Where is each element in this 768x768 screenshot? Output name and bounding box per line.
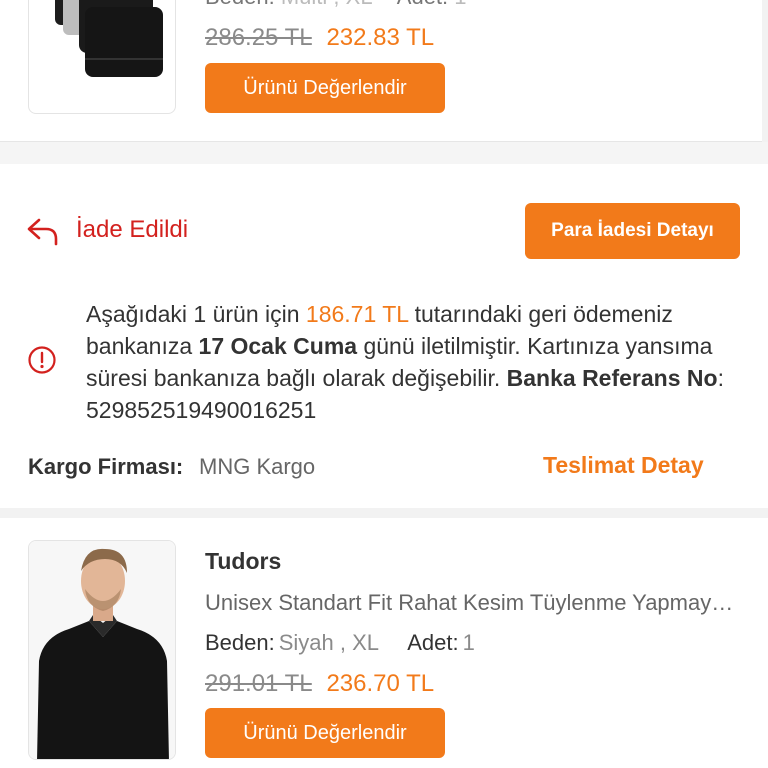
- product-name[interactable]: Unisex Standart Fit Rahat Kesim Tüylenme…: [205, 590, 745, 616]
- bottom-product-image[interactable]: [28, 540, 176, 760]
- new-price: 236.70 TL: [326, 670, 435, 697]
- size-value: Multi , XL: [281, 0, 372, 9]
- refund-date: 17 Ocak Cuma: [198, 333, 358, 359]
- return-arrow-icon: [27, 218, 58, 246]
- bank-ref-value: 529852519490016251: [86, 397, 317, 423]
- return-status-row: İade Edildi Para İadesi Detayı: [0, 200, 768, 262]
- bank-ref-sep: :: [717, 365, 724, 391]
- section-divider: [0, 508, 768, 518]
- bottom-product-price: 291.01 TL 236.70 TL: [205, 670, 434, 698]
- cargo-label: Kargo Firması:: [28, 454, 184, 479]
- info-part1: Aşağıdaki 1 ürün için: [86, 301, 306, 327]
- size-label: Beden:: [205, 630, 275, 655]
- product-brand: Tudors: [205, 548, 282, 574]
- top-product-image[interactable]: [28, 0, 176, 114]
- return-status-label: İade Edildi: [76, 216, 189, 243]
- size-value: Siyah , XL: [278, 630, 379, 655]
- refund-info-text: Aşağıdaki 1 ürün için 186.71 TL tutarınd…: [86, 298, 756, 426]
- qty-label: Adet:: [397, 0, 448, 9]
- refund-detail-button[interactable]: Para İadesi Detayı: [525, 203, 740, 259]
- info-circle-icon: [28, 346, 56, 374]
- bank-ref-label: Banka Referans No: [506, 365, 718, 391]
- refund-info-block: Aşağıdaki 1 ürün için 186.71 TL tutarınd…: [0, 298, 768, 424]
- new-price: 232.83 TL: [326, 24, 435, 51]
- review-product-button[interactable]: Ürünü Değerlendir: [205, 708, 445, 758]
- old-price: 291.01 TL: [205, 670, 312, 697]
- top-product-card: Beden: Multi , XL Adet: 1 286.25 TL 232.…: [0, 0, 768, 142]
- size-label: Beden:: [205, 0, 275, 9]
- top-product-price: 286.25 TL 232.83 TL: [205, 24, 434, 52]
- delivery-detail-link[interactable]: Teslimat Detay: [543, 452, 704, 479]
- section-gap: [0, 142, 768, 164]
- boxer-pack-image: [55, 0, 163, 77]
- qty-label: Adet:: [407, 630, 459, 655]
- card-edge: [762, 0, 768, 142]
- qty-value: 1: [462, 630, 475, 655]
- product-attributes: Beden: Siyah , XL Adet: 1: [205, 630, 475, 656]
- sweatshirt-model-image: [29, 541, 175, 759]
- cargo-value: MNG Kargo: [199, 454, 316, 479]
- refund-amount: 186.71 TL: [305, 301, 409, 327]
- qty-value: 1: [454, 0, 466, 9]
- old-price: 286.25 TL: [205, 24, 312, 51]
- cargo-row: Kargo Firması: MNG Kargo Teslimat Detay: [0, 450, 768, 486]
- top-product-attributes: Beden: Multi , XL Adet: 1: [205, 0, 467, 10]
- review-product-button[interactable]: Ürünü Değerlendir: [205, 63, 445, 113]
- bottom-product-card: Tudors Unisex Standart Fit Rahat Kesim T…: [0, 518, 768, 768]
